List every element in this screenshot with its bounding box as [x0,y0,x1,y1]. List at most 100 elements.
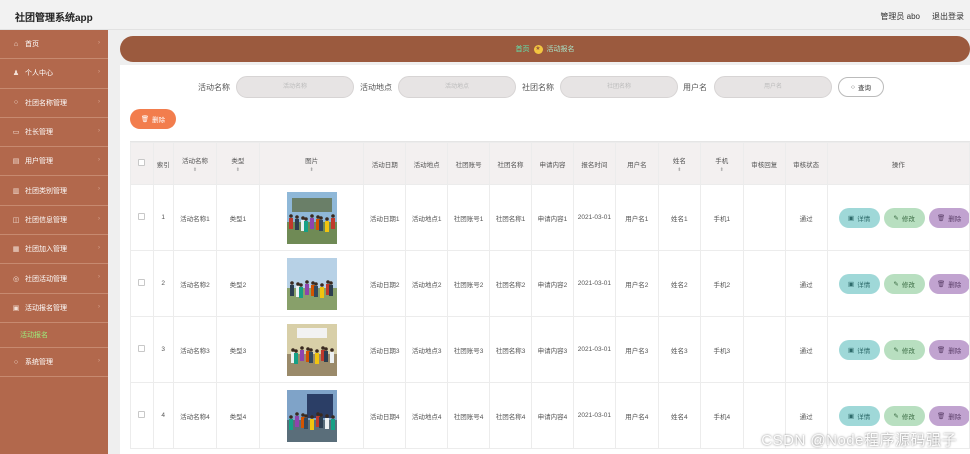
users-icon: ▤ [12,158,20,166]
breadcrumb-home[interactable]: 首页 [516,44,530,54]
logout-link[interactable]: 退出登录 [932,11,964,22]
cell-image [258,316,365,383]
sidebar-item-profile[interactable]: ♟ 个人中心 › [0,59,108,89]
main-content: 首页 ★ 活动报名 活动名称 活动名称 活动地点 活动地点 社团名称 社团名称 … [108,30,970,454]
cell-activity-place: 活动地点4 [405,382,449,449]
activity-photo [286,323,337,376]
row-checkbox[interactable] [138,279,146,286]
activity-photo [286,389,337,442]
chevron-icon: › [98,157,100,164]
search-button[interactable]: ○ 查询 [838,77,884,97]
search-label-username: 用户名 [683,83,707,92]
sidebar-item-club-types[interactable]: ▥ 社团类别管理 › [0,176,108,206]
sidebar-item-users[interactable]: ▤ 用户管理 › [0,147,108,177]
sort-icon[interactable]: ⬍ [660,167,699,173]
cell-review-reply [742,250,786,317]
edit-button[interactable]: ✎ 修改 [883,207,925,228]
sidebar-subitem-activity-signup[interactable]: 活动报名 [0,323,108,348]
search-label-club-name: 社团名称 [522,83,554,92]
detail-icon: ▣ [848,412,855,420]
trash-icon: 🗑 [140,116,150,123]
admin-label: 管理员 abo [880,12,920,21]
delete-button[interactable]: 🗑 删除 [928,405,969,426]
user-icon: ♟ [12,70,20,78]
sidebar-item-club-names[interactable]: ○ 社团名称管理 › [0,89,108,118]
sidebar-item-club-info[interactable]: ◫ 社团信息管理 › [0,206,108,236]
row-checkbox-cell [130,184,154,251]
signup-icon: ▣ [12,304,20,312]
row-actions: ▣ 详情 ✎ 修改 🗑 删除 [829,339,969,360]
column-header-label: 姓名 [672,157,686,165]
search-input-activity-place[interactable]: 活动地点 [398,76,516,98]
column-header-club-name: 社团名称 [489,142,532,185]
cell-image [258,382,365,449]
cell-type: 类型3 [215,316,260,383]
sidebar-item-club-join[interactable]: ▦ 社团加入管理 › [0,235,108,265]
activity-photo [286,257,337,310]
column-header-realname[interactable]: 姓名 ⬍ [657,142,701,185]
sort-icon[interactable]: ⬍ [218,167,258,173]
cell-activity-name: 活动名称1 [172,184,217,251]
edit-button-label: 修改 [901,413,915,421]
table-row: 2 活动名称2 类型2 活动日期2 活动地点2 社团账号2 社团名称2 申请内容2 2021-0… [130,250,970,317]
edit-icon: ✎ [893,346,899,354]
search-label-activity-place: 活动地点 [360,83,392,92]
delete-button[interactable]: 🗑 删除 [928,273,969,294]
edit-button[interactable]: ✎ 修改 [883,273,925,294]
row-checkbox[interactable] [138,213,146,220]
batch-delete-button[interactable]: 🗑 删除 [130,109,176,129]
cell-club-name: 社团名称4 [489,382,532,449]
edit-icon: ✎ [893,214,899,222]
sidebar-item-system[interactable]: ○ 系统管理 › [0,348,108,378]
row-checkbox[interactable] [138,411,146,418]
cell-apply-content: 申请内容1 [531,184,574,251]
sidebar-item-home[interactable]: ⌂ 首页 › [0,30,108,60]
detail-button[interactable]: ▣ 详情 [838,405,880,426]
sort-icon[interactable]: ⬍ [261,167,362,173]
edit-icon: ✎ [893,412,899,420]
activity-icon: ◎ [12,275,20,283]
edit-button[interactable]: ✎ 修改 [883,405,925,426]
search-input-activity-name[interactable]: 活动名称 [236,76,354,98]
sidebar-item-activity-signup[interactable]: ▣ 活动报名管理 › [0,294,108,323]
column-header-phone[interactable]: 手机 ⬍ [699,142,744,185]
cell-signup-time: 2021-03-01 [572,250,616,317]
column-header-label: 社团名称 [497,161,524,169]
sidebar-item-presidents[interactable]: ▭ 社长管理 › [0,118,108,148]
cell-index: 4 [152,382,174,449]
detail-button[interactable]: ▣ 详情 [838,339,880,360]
cell-signup-time: 2021-03-01 [572,382,616,449]
detail-icon: ▣ [848,280,855,288]
sort-icon[interactable]: ⬍ [175,167,215,173]
column-header-label: 活动地点 [413,161,440,169]
sidebar-item-label: 个人中心 [25,70,53,78]
column-header-type[interactable]: 类型 ⬍ [215,142,260,185]
cell-username: 用户名4 [614,382,659,449]
search-input-club-name[interactable]: 社团名称 [560,76,678,98]
search-label-activity-name: 活动名称 [198,83,230,92]
breadcrumb-current: 活动报名 [546,46,575,53]
sidebar-item-club-activities[interactable]: ◎ 社团活动管理 › [0,264,108,294]
search-input-username[interactable]: 用户名 [714,76,832,98]
delete-button[interactable]: 🗑 删除 [928,207,969,228]
cell-username: 用户名3 [614,316,659,383]
column-header-label: 审核回复 [751,161,778,169]
edit-button[interactable]: ✎ 修改 [883,339,925,360]
detail-icon: ▣ [848,346,855,354]
sidebar-item-label: 社长管理 [25,129,53,137]
trash-icon: 🗑 [936,412,946,420]
column-header-apply-content: 申请内容 [531,142,574,185]
delete-button[interactable]: 🗑 删除 [928,339,969,360]
column-header-image[interactable]: 图片 ⬍ [258,142,365,185]
column-header-label: 手机 [715,157,729,165]
detail-button[interactable]: ▣ 详情 [838,273,880,294]
cell-realname: 姓名2 [657,250,701,317]
column-header-activity-name[interactable]: 活动名称 ⬍ [172,142,217,185]
table-row: 3 活动名称3 类型3 活动日期3 活动地点3 社团账号3 社团名称3 申请内容3 2021-0… [130,316,970,383]
select-all-checkbox-cell [130,142,154,185]
select-all-checkbox[interactable] [138,159,146,166]
detail-button[interactable]: ▣ 详情 [838,207,880,228]
sort-icon[interactable]: ⬍ [702,167,742,173]
cell-review-status: 通过 [784,184,828,251]
row-checkbox[interactable] [138,345,146,352]
